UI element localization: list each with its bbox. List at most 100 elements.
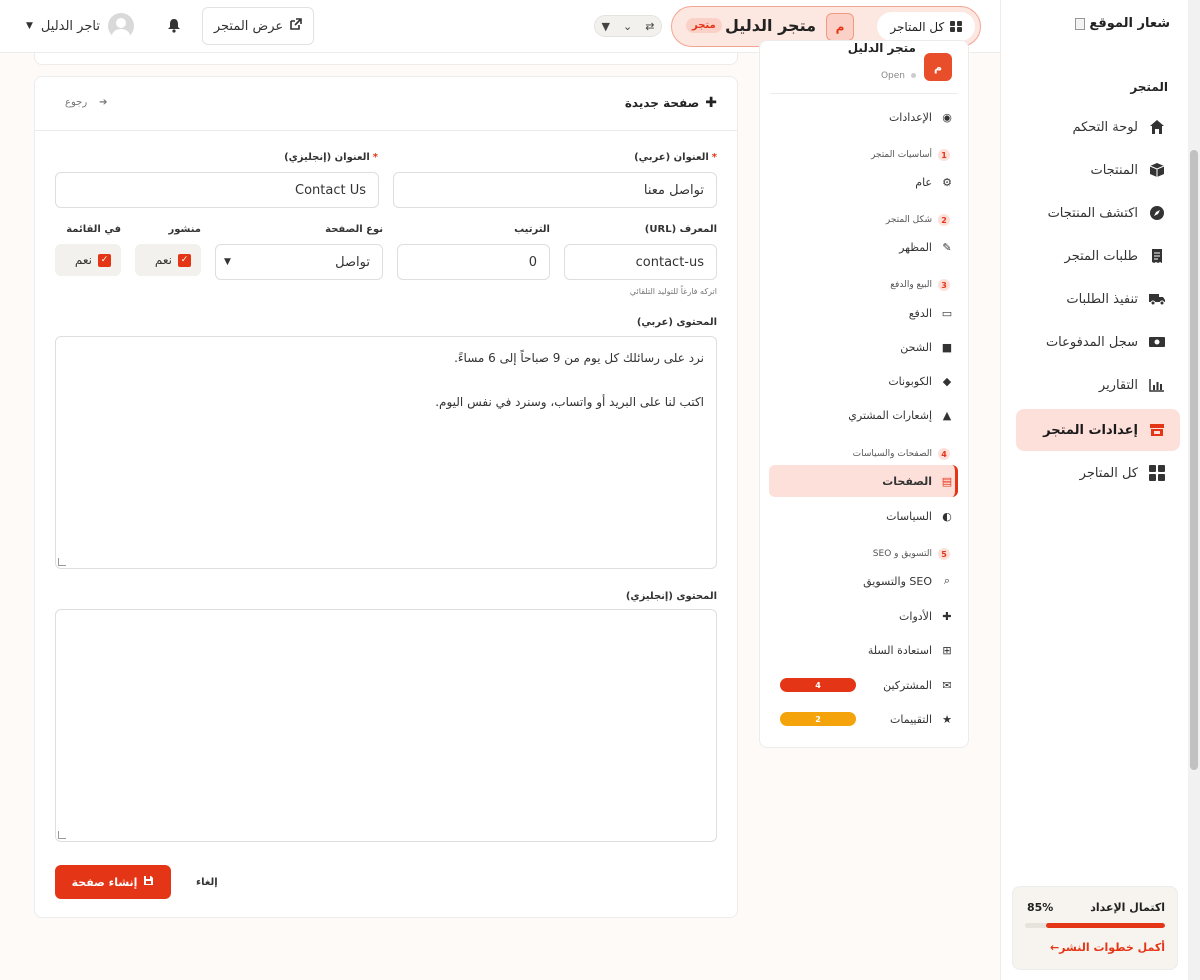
check-icon: ✓ — [178, 253, 191, 267]
subnav-item-seo[interactable]: ⌕ SEO والتسويق — [863, 571, 954, 591]
subnav-item-subscribers[interactable]: ✉ المشتركين — [883, 675, 954, 695]
page-type-select[interactable]: تواصل ▼ — [215, 244, 383, 280]
money-icon — [1148, 333, 1166, 351]
subnav-item-pages[interactable]: ▤ الصفحات — [882, 471, 954, 491]
site-logo[interactable]: شعار الموقع — [1075, 16, 1170, 31]
sidebar-item-products[interactable]: المنتجات — [1016, 151, 1180, 189]
star-icon: ★ — [942, 712, 952, 726]
chart-icon — [1148, 376, 1166, 394]
sidebar-item-all-stores[interactable]: كل المتاجر — [1016, 454, 1180, 492]
subnav-item-label: السياسات — [886, 509, 932, 523]
title-ar-input[interactable] — [393, 172, 717, 208]
published-checkbox[interactable]: ✓ نعم — [135, 244, 201, 276]
subnav-item-payment[interactable]: ▭ الدفع — [909, 303, 954, 323]
content-en-textarea[interactable] — [55, 609, 717, 842]
grid-icon — [1148, 464, 1166, 482]
label-text: العنوان (عربي) — [634, 152, 709, 163]
setup-progress-card: اكتمال الإعداد 85% أكمل خطوات النشر← — [1012, 886, 1178, 970]
subnav-item-tools[interactable]: ✚ الأدوات — [899, 606, 954, 626]
create-page-label: إنشاء صفحة — [71, 875, 138, 889]
back-link-label: رجوع — [65, 97, 88, 108]
subnav-item-label: الكوبونات — [888, 374, 932, 388]
setup-progress-bar — [1025, 923, 1165, 928]
sidebar-item-reports[interactable]: التقارير — [1016, 366, 1180, 404]
plus-icon: ✚ — [705, 95, 717, 111]
group-number: 5 — [938, 548, 950, 560]
cancel-button[interactable]: إلغاء — [196, 877, 218, 888]
grid-icon — [950, 20, 962, 33]
subnav-item-cart-recovery[interactable]: ⊞ استعادة السلة — [868, 640, 954, 660]
resize-grip-icon[interactable] — [58, 831, 66, 839]
group-number: 2 — [938, 214, 950, 226]
shield-icon: ◐ — [942, 509, 952, 523]
gear-icon: ⚙ — [942, 175, 952, 189]
slug-input[interactable] — [564, 244, 717, 280]
content-ar-textarea[interactable]: نرد على رسائلك كل يوم من 9 صباحاً إلى 6 … — [55, 336, 717, 569]
bell-icon: ▲ — [942, 408, 952, 422]
user-menu[interactable]: ▼ تاجر الدليل — [26, 13, 134, 39]
compass-icon — [1148, 204, 1166, 222]
group-number: 4 — [938, 448, 950, 460]
subnav-item-reviews[interactable]: ★ التقييمات — [890, 709, 954, 729]
sidebar-item-dashboard[interactable]: لوحة التحكم — [1016, 108, 1180, 146]
subnav-item-appearance[interactable]: ✎ المظهر — [899, 237, 954, 257]
page-title-text: صفحة جديدة — [624, 96, 700, 110]
receipt-icon — [1148, 247, 1166, 265]
sidebar-item-fulfillment[interactable]: تنفيذ الطلبات — [1016, 280, 1180, 318]
subnav-group-look: 2 شكل المتجر — [886, 214, 950, 226]
subnav-store-name: متجر الدليل — [847, 41, 916, 55]
tags-icon: ◆ — [942, 374, 952, 388]
group-label: التسويق و SEO — [872, 549, 932, 559]
store-switch-dropdown[interactable]: ▼ ⌄ ⇄ — [594, 15, 662, 37]
search-icon: ⌕ — [943, 574, 951, 587]
required-marker: * — [372, 152, 378, 163]
sidebar-item-orders[interactable]: طلبات المتجر — [1016, 237, 1180, 275]
subnav-item-label: المشتركين — [883, 678, 932, 692]
subscribers-count-badge: 4 — [780, 678, 856, 692]
subnav-item-label: SEO والتسويق — [863, 574, 932, 588]
caret-down-icon: ▼ — [26, 21, 33, 31]
group-label: البيع والدفع — [890, 280, 932, 290]
resize-grip-icon[interactable] — [58, 558, 66, 566]
sidebar-item-label: التقارير — [1098, 377, 1138, 393]
create-page-button[interactable]: إنشاء صفحة — [55, 865, 171, 899]
subnav-item-label: الصفحات — [882, 474, 932, 488]
order-input[interactable] — [397, 244, 550, 280]
credit-card-icon: ▭ — [941, 306, 953, 320]
divider — [770, 93, 958, 94]
card-header: ✚ صفحة جديدة ➔ رجوع — [35, 77, 737, 131]
save-icon — [143, 875, 154, 889]
back-link[interactable]: ➔ رجوع — [65, 97, 108, 108]
all-stores-button[interactable]: كل المتاجر — [877, 12, 975, 41]
page-scrollbar[interactable] — [1188, 0, 1200, 980]
sidebar-item-store-settings[interactable]: إعدادات المتجر — [1016, 409, 1180, 451]
notifications-bell-icon[interactable] — [167, 18, 181, 37]
subnav-item-policies[interactable]: ◐ السياسات — [886, 506, 954, 526]
subnav-item-label: استعادة السلة — [867, 643, 932, 657]
title-en-label: *العنوان (إنجليزي) — [284, 152, 378, 163]
in-menu-checkbox[interactable]: ✓ نعم — [55, 244, 121, 276]
scrollbar-thumb[interactable] — [1190, 150, 1198, 770]
sidebar-item-label: إعدادات المتجر — [1043, 422, 1138, 438]
group-label: أساسيات المتجر — [870, 150, 932, 160]
title-en-input[interactable] — [55, 172, 379, 208]
subnav-item-coupons[interactable]: ◆ الكوبونات — [888, 371, 954, 391]
reviews-count-badge: 2 — [780, 712, 856, 726]
subnav-item-shipping[interactable]: ■ الشحن — [900, 337, 954, 357]
subnav-item-general[interactable]: ⚙ عام — [915, 172, 954, 192]
view-store-button[interactable]: عرض المتجر — [202, 7, 314, 45]
sidebar-item-label: طلبات المتجر — [1064, 248, 1138, 264]
envelope-icon: ✉ — [942, 678, 952, 692]
slug-hint: اتركه فارغاً للتوليد التلقائي — [629, 287, 717, 296]
group-number: 1 — [938, 149, 950, 161]
subnav-group-pages: 4 الصفحات والسياسات — [853, 448, 950, 460]
content-ar-label: المحتوى (عربي) — [636, 317, 717, 328]
subnav-item-buyer-notifications[interactable]: ▲ إشعارات المشتري — [848, 405, 954, 425]
sidebar-item-discover[interactable]: اكتشف المنتجات — [1016, 194, 1180, 232]
subnav-item-label: عام — [915, 175, 932, 189]
view-store-label: عرض المتجر — [213, 18, 284, 34]
subnav-item-settings[interactable]: ◉ الإعدادات — [889, 107, 954, 127]
sidebar-item-payments-log[interactable]: سجل المدفوعات — [1016, 323, 1180, 361]
cart-icon: ⊞ — [942, 643, 952, 657]
complete-setup-link[interactable]: أكمل خطوات النشر← — [1050, 941, 1165, 954]
